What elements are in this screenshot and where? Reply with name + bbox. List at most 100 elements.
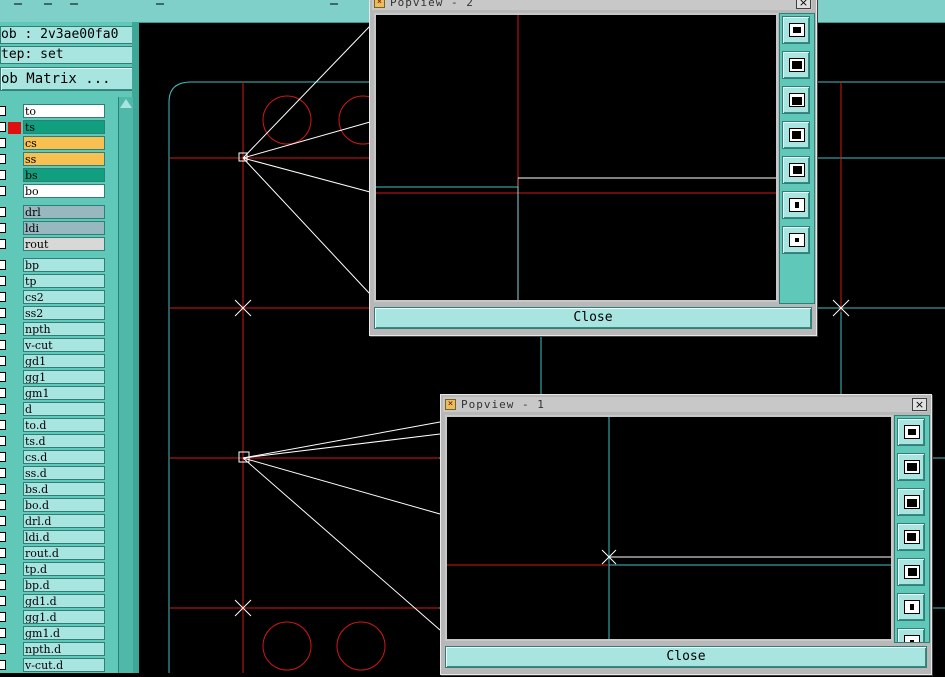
layer-name[interactable]: rout bbox=[23, 237, 105, 251]
zoom-out-button[interactable] bbox=[782, 226, 810, 254]
layer-name[interactable]: v-cut.d bbox=[23, 658, 105, 672]
layer-row-rout.d[interactable]: rout.d bbox=[0, 546, 106, 561]
pan-right-button[interactable] bbox=[782, 156, 810, 184]
layer-checkbox[interactable] bbox=[0, 356, 6, 366]
layer-row-ldi.d[interactable]: ldi.d bbox=[0, 530, 106, 545]
layer-name[interactable]: ts.d bbox=[23, 434, 105, 448]
layer-row-npth.d[interactable]: npth.d bbox=[0, 642, 106, 657]
layer-name[interactable]: npth bbox=[23, 322, 105, 336]
layer-name[interactable]: bp.d bbox=[23, 578, 105, 592]
layer-checkbox[interactable] bbox=[0, 239, 6, 249]
layer-checkbox[interactable] bbox=[0, 170, 6, 180]
layer-row-ts[interactable]: ts bbox=[0, 120, 106, 135]
popview-2-viewport[interactable] bbox=[374, 13, 778, 302]
zoom-in-button[interactable] bbox=[897, 593, 925, 621]
layer-row-bp.d[interactable]: bp.d bbox=[0, 578, 106, 593]
layer-name[interactable]: ss.d bbox=[23, 466, 105, 480]
popview-1-viewport[interactable] bbox=[445, 415, 893, 641]
layer-checkbox[interactable] bbox=[0, 154, 6, 164]
layer-name[interactable]: tp.d bbox=[23, 562, 105, 576]
layer-name[interactable]: gd1.d bbox=[23, 594, 105, 608]
layer-name[interactable]: ldi bbox=[23, 221, 105, 235]
layer-row-drl.d[interactable]: drl.d bbox=[0, 514, 106, 529]
layer-row-v-cut[interactable]: v-cut bbox=[0, 338, 106, 353]
layer-checkbox[interactable] bbox=[0, 660, 6, 670]
layer-name[interactable]: cs bbox=[23, 136, 105, 150]
layer-checkbox[interactable] bbox=[0, 292, 6, 302]
popview-1-titlebar[interactable]: × Popview - 1 × bbox=[443, 397, 927, 412]
layer-checkbox[interactable] bbox=[0, 340, 6, 350]
layer-checkbox[interactable] bbox=[0, 484, 6, 494]
layer-name[interactable]: bs bbox=[23, 168, 105, 182]
layer-row-bs[interactable]: bs bbox=[0, 168, 106, 183]
scroll-up-arrow-icon[interactable] bbox=[120, 99, 132, 108]
zoom-home-button[interactable] bbox=[782, 16, 810, 44]
layer-checkbox[interactable] bbox=[0, 324, 6, 334]
layer-name[interactable]: d bbox=[23, 402, 105, 416]
layer-name[interactable]: npth.d bbox=[23, 642, 105, 656]
layer-row-ts.d[interactable]: ts.d bbox=[0, 434, 106, 449]
layer-name[interactable]: cs.d bbox=[23, 450, 105, 464]
layer-checkbox[interactable] bbox=[0, 516, 6, 526]
layer-checkbox[interactable] bbox=[0, 596, 6, 606]
layer-row-bs.d[interactable]: bs.d bbox=[0, 482, 106, 497]
layer-name[interactable]: rout.d bbox=[23, 546, 105, 560]
layer-name[interactable]: gd1 bbox=[23, 354, 105, 368]
popview-2-close-button[interactable]: Close bbox=[374, 307, 812, 329]
layer-row-gd1[interactable]: gd1 bbox=[0, 354, 106, 369]
layer-row-bo.d[interactable]: bo.d bbox=[0, 498, 106, 513]
layer-checkbox[interactable] bbox=[0, 122, 6, 132]
layer-checkbox[interactable] bbox=[0, 260, 6, 270]
popview-2-close-x-button[interactable]: × bbox=[796, 0, 811, 9]
layer-row-drl[interactable]: drl bbox=[0, 205, 106, 220]
layer-row-ss[interactable]: ss bbox=[0, 152, 106, 167]
pan-left-button[interactable] bbox=[782, 121, 810, 149]
layer-checkbox[interactable] bbox=[0, 186, 6, 196]
layer-row-ss.d[interactable]: ss.d bbox=[0, 466, 106, 481]
popview-2-titlebar[interactable]: × Popview - 2 × bbox=[372, 0, 812, 10]
layer-row-gm1[interactable]: gm1 bbox=[0, 386, 106, 401]
layer-row-npth[interactable]: npth bbox=[0, 322, 106, 337]
pan-right-button[interactable] bbox=[897, 558, 925, 586]
layer-checkbox[interactable] bbox=[0, 308, 6, 318]
layer-checkbox[interactable] bbox=[0, 207, 6, 217]
zoom-home-button[interactable] bbox=[897, 418, 925, 446]
layer-row-cs2[interactable]: cs2 bbox=[0, 290, 106, 305]
layer-name[interactable]: drl.d bbox=[23, 514, 105, 528]
layer-row-gd1.d[interactable]: gd1.d bbox=[0, 594, 106, 609]
layer-name[interactable]: gm1.d bbox=[23, 626, 105, 640]
layer-name[interactable]: ldi.d bbox=[23, 530, 105, 544]
layer-checkbox[interactable] bbox=[0, 106, 6, 116]
layer-checkbox[interactable] bbox=[0, 628, 6, 638]
layer-name[interactable]: v-cut bbox=[23, 338, 105, 352]
layer-name[interactable]: to bbox=[23, 104, 105, 118]
layer-row-to[interactable]: to bbox=[0, 104, 106, 119]
layer-name[interactable]: bo bbox=[23, 184, 105, 198]
layer-checkbox[interactable] bbox=[0, 276, 6, 286]
layer-row-bp[interactable]: bp bbox=[0, 258, 106, 273]
layer-checkbox[interactable] bbox=[0, 420, 6, 430]
pan-down-button[interactable] bbox=[897, 488, 925, 516]
layer-checkbox[interactable] bbox=[0, 388, 6, 398]
layer-checkbox[interactable] bbox=[0, 372, 6, 382]
panel-divider[interactable] bbox=[132, 22, 139, 673]
zoom-in-button[interactable] bbox=[782, 191, 810, 219]
zoom-out-button[interactable] bbox=[897, 628, 925, 642]
pan-up-button[interactable] bbox=[782, 51, 810, 79]
layer-row-cs.d[interactable]: cs.d bbox=[0, 450, 106, 465]
layer-name[interactable]: drl bbox=[23, 205, 105, 219]
layer-checkbox[interactable] bbox=[0, 644, 6, 654]
layer-name[interactable]: gm1 bbox=[23, 386, 105, 400]
layer-row-ldi[interactable]: ldi bbox=[0, 221, 106, 236]
layer-row-bo[interactable]: bo bbox=[0, 184, 106, 199]
layer-checkbox[interactable] bbox=[0, 404, 6, 414]
layer-checkbox[interactable] bbox=[0, 436, 6, 446]
layer-name[interactable]: to.d bbox=[23, 418, 105, 432]
layer-checkbox[interactable] bbox=[0, 500, 6, 510]
layer-checkbox[interactable] bbox=[0, 548, 6, 558]
layer-checkbox[interactable] bbox=[0, 564, 6, 574]
layer-row-gm1.d[interactable]: gm1.d bbox=[0, 626, 106, 641]
layer-row-tp.d[interactable]: tp.d bbox=[0, 562, 106, 577]
layer-checkbox[interactable] bbox=[0, 138, 6, 148]
pan-left-button[interactable] bbox=[897, 523, 925, 551]
